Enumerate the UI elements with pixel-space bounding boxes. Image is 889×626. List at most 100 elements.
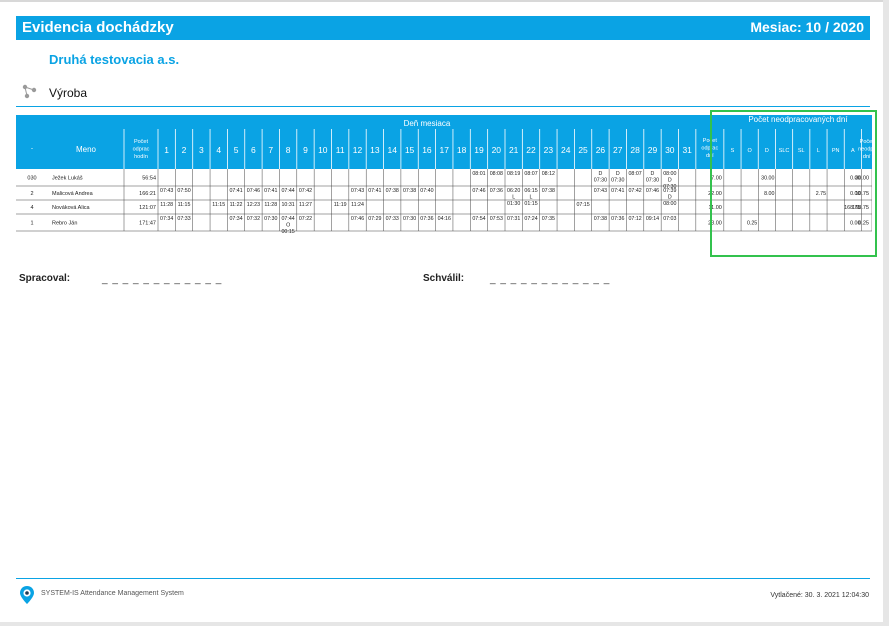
day-header-27: 27 (613, 145, 623, 155)
day-cell-value: 07:03 (663, 216, 676, 222)
day-cell-value: O (286, 223, 290, 229)
day-cell-value: 07:34 (160, 216, 173, 222)
day-cell-value: 08:08 (490, 171, 503, 177)
report-header-bar: Evidencia dochádzky Mesiac: 10 / 2020 (16, 16, 870, 40)
missed-code-header-L: L (817, 148, 820, 154)
day-cell-value: D (668, 178, 672, 184)
day-header-6: 6 (251, 145, 256, 155)
row-id: 030 (27, 176, 36, 182)
day-header-15: 15 (405, 145, 415, 155)
org-structure-icon (22, 84, 37, 99)
row-id: 1 (30, 221, 33, 227)
day-cell-value: 07:31 (507, 216, 520, 222)
row-missed-value: 2.75 (816, 191, 826, 197)
day-cell-value: 07:43 (351, 188, 364, 194)
missed-code-header-D: D (765, 148, 769, 154)
page-frame-bottom (0, 622, 889, 626)
department-divider (16, 106, 870, 107)
day-cell-value: 06:15 (524, 188, 537, 194)
row-id: 4 (30, 205, 33, 211)
col-days-worked-header-line: odprac (701, 146, 718, 152)
day-cell-value: 07:36 (420, 216, 433, 222)
processed-by-line: _ _ _ _ _ _ _ _ _ _ _ _ (102, 274, 223, 285)
day-cell-value: 11:27 (299, 202, 312, 208)
missed-code-header-S: S (731, 148, 735, 154)
day-cell-value: 10:31 (281, 202, 294, 208)
day-header-25: 25 (578, 145, 588, 155)
day-header-23: 23 (544, 145, 554, 155)
day-cell-value: 11:28 (160, 202, 173, 208)
day-cell-value: 07:46 (247, 188, 260, 194)
day-header-20: 20 (492, 145, 502, 155)
day-header-24: 24 (561, 145, 571, 155)
day-cell-value: 08:00 (663, 171, 676, 177)
row-missed-total: 168.75 (852, 205, 869, 211)
day-cell-value: 08:00 (663, 201, 676, 207)
row-hours: 56:54 (142, 176, 156, 182)
day-cell-value: 09:14 (646, 216, 659, 222)
row-days-worked: 23.00 (708, 221, 722, 227)
day-cell-value: 07:38 (386, 188, 399, 194)
location-pin-eye-icon (20, 586, 34, 604)
day-header-5: 5 (234, 145, 239, 155)
day-cell-value: 08:19 (507, 171, 520, 177)
day-cell-value: 07:36 (490, 188, 503, 194)
day-cell-value: 07:43 (594, 188, 607, 194)
day-cell-value: 07:42 (628, 188, 641, 194)
row-missed-total: 10.75 (855, 191, 869, 197)
day-cell-value: 04:16 (438, 216, 451, 222)
day-header-19: 19 (474, 145, 484, 155)
day-header-14: 14 (387, 145, 397, 155)
day-cell-value: D (651, 171, 655, 177)
processed-by-label: Spracoval: (19, 273, 71, 284)
row-missed-value: 8.00 (764, 191, 774, 197)
report-month: Mesiac: 10 / 2020 (750, 19, 864, 35)
day-cell-value: 07:29 (368, 216, 381, 222)
day-header-29: 29 (648, 145, 658, 155)
day-cell-value: D (616, 171, 620, 177)
day-header-22: 22 (526, 145, 536, 155)
col-days-worked-header-line: Počet (703, 138, 718, 144)
col-hours-header-line: Počet (134, 139, 149, 145)
row-missed-total: 0.25 (858, 221, 869, 227)
day-cell-value: 07:46 (472, 188, 485, 194)
day-header-11: 11 (336, 145, 345, 155)
day-cell-value: 07:43 (160, 188, 173, 194)
day-cell-value: 07:42 (299, 188, 312, 194)
day-header-16: 16 (422, 145, 432, 155)
col-missed-total-header-line: dní (863, 154, 871, 160)
day-cell-value: 07:24 (524, 216, 537, 222)
day-cell-value: 07:53 (490, 216, 503, 222)
missed-code-header-SLC: SLC (779, 148, 790, 154)
day-cell-value: 07:30 (611, 178, 624, 184)
day-of-month-header: Deň mesiaca (404, 119, 451, 128)
day-header-21: 21 (509, 145, 519, 155)
day-cell-value: 06:20 (507, 188, 520, 194)
approved-by-label: Schválil: (423, 273, 465, 284)
day-cell-value: D (668, 195, 672, 201)
row-missed-value: 0.25 (747, 221, 757, 227)
missed-code-header-A: A (851, 148, 855, 154)
department-name: Výroba (49, 86, 88, 100)
col-dot-header: · (31, 143, 34, 153)
day-cell-value: 07:33 (177, 216, 190, 222)
col-days-worked-header-line: dní (706, 153, 714, 159)
footer-app-name: SYSTEM-IS Attendance Management System (41, 590, 184, 597)
day-cell-value: 11:24 (351, 202, 364, 208)
footer-printed-date: Vytlačené: 30. 3. 2021 12:04:30 (770, 592, 869, 599)
day-header-2: 2 (182, 145, 187, 155)
day-header-9: 9 (303, 145, 308, 155)
page-frame-top (0, 0, 885, 2)
day-cell-value: 08:01 (472, 171, 485, 177)
day-cell-value: 07:30 (403, 216, 416, 222)
row-hours: 166:21 (139, 191, 156, 197)
row-id: 2 (30, 191, 33, 197)
day-cell-value: 07:30 (264, 216, 277, 222)
day-header-28: 28 (630, 145, 640, 155)
row-missed-total: 30.00 (855, 176, 869, 182)
row-days-worked: 7.00 (711, 176, 722, 182)
day-header-17: 17 (440, 145, 450, 155)
day-cell-value: 07:38 (594, 216, 607, 222)
row-hours: 171:47 (139, 221, 156, 227)
day-cell-value: 07:41 (368, 188, 381, 194)
